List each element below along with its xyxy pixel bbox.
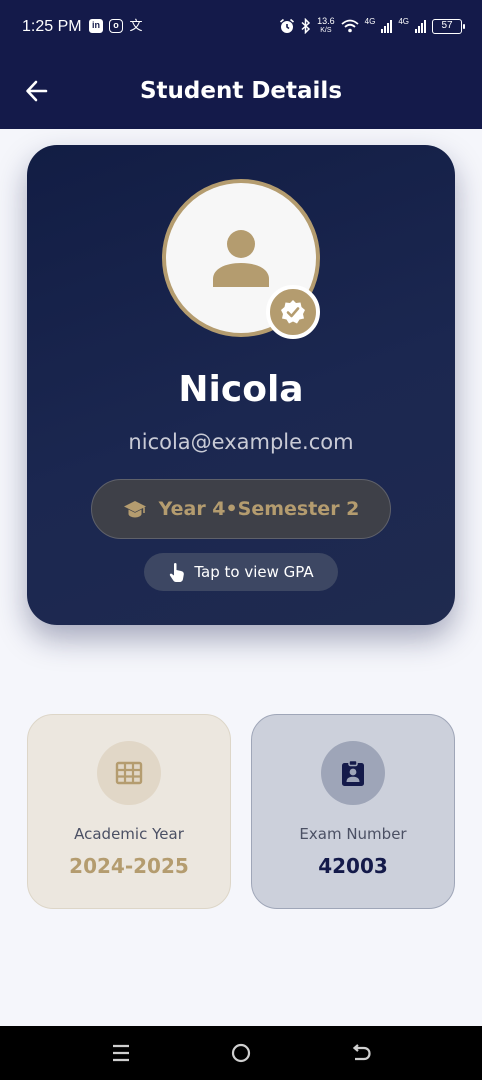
nav-menu-button[interactable] bbox=[108, 1040, 134, 1066]
academic-year-card: Academic Year 2024-2025 bbox=[27, 714, 231, 909]
instagram-icon: o bbox=[109, 19, 123, 33]
network-speed: 13.6 K/S bbox=[317, 16, 335, 35]
nav-home-button[interactable] bbox=[228, 1040, 254, 1066]
page-title: Student Details bbox=[139, 78, 343, 104]
app-bar: Student Details bbox=[0, 56, 482, 129]
wifi-icon bbox=[341, 19, 359, 33]
app-glyph-icon: 文 bbox=[129, 18, 143, 33]
top-region: 1:25 PM in o 文 13.6 K/S 4G 4G 57 Student… bbox=[0, 0, 482, 129]
exam-number-label: Exam Number bbox=[299, 825, 407, 843]
status-bar: 1:25 PM in o 文 13.6 K/S 4G 4G 57 bbox=[0, 0, 482, 56]
year-semester-text: Year 4•Semester 2 bbox=[158, 498, 360, 520]
verified-check-icon bbox=[281, 300, 305, 324]
id-badge-icon bbox=[342, 759, 364, 786]
linkedin-icon: in bbox=[89, 19, 103, 33]
home-icon bbox=[231, 1043, 251, 1063]
academic-year-icon-circle bbox=[97, 741, 161, 805]
bluetooth-icon bbox=[301, 18, 311, 34]
exam-number-icon-circle bbox=[321, 741, 385, 805]
graduation-cap-icon bbox=[123, 501, 146, 518]
alarm-icon bbox=[280, 18, 295, 33]
status-time: 1:25 PM bbox=[22, 18, 82, 35]
academic-year-value: 2024-2025 bbox=[69, 854, 189, 878]
back-icon bbox=[352, 1044, 371, 1061]
exam-number-card: Exam Number 42003 bbox=[251, 714, 455, 909]
network-type-1: 4G bbox=[364, 17, 376, 26]
network-type-2: 4G bbox=[398, 17, 409, 26]
nav-back-button[interactable] bbox=[348, 1040, 374, 1066]
calendar-grid-icon bbox=[115, 761, 143, 785]
menu-icon bbox=[113, 1044, 129, 1062]
academic-year-label: Academic Year bbox=[74, 825, 184, 843]
view-gpa-label: Tap to view GPA bbox=[194, 563, 314, 581]
view-gpa-button[interactable]: Tap to view GPA bbox=[144, 553, 338, 591]
profile-card: Nicola nicola@example.com Year 4•Semeste… bbox=[27, 145, 455, 625]
system-nav-bar bbox=[0, 1026, 482, 1080]
signal-icon bbox=[381, 19, 393, 33]
battery-icon: 57 bbox=[432, 18, 465, 34]
tap-hand-icon bbox=[170, 562, 185, 582]
status-left-icons: in o 文 bbox=[89, 19, 143, 33]
verified-badge bbox=[266, 285, 320, 339]
exam-number-value: 42003 bbox=[318, 854, 388, 878]
person-icon bbox=[213, 230, 269, 287]
student-email: nicola@example.com bbox=[128, 430, 354, 454]
status-right-icons: 13.6 K/S 4G 4G 57 bbox=[279, 16, 465, 35]
student-name: Nicola bbox=[178, 369, 304, 410]
signal-icon bbox=[415, 19, 426, 33]
year-semester-badge: Year 4•Semester 2 bbox=[91, 479, 391, 539]
